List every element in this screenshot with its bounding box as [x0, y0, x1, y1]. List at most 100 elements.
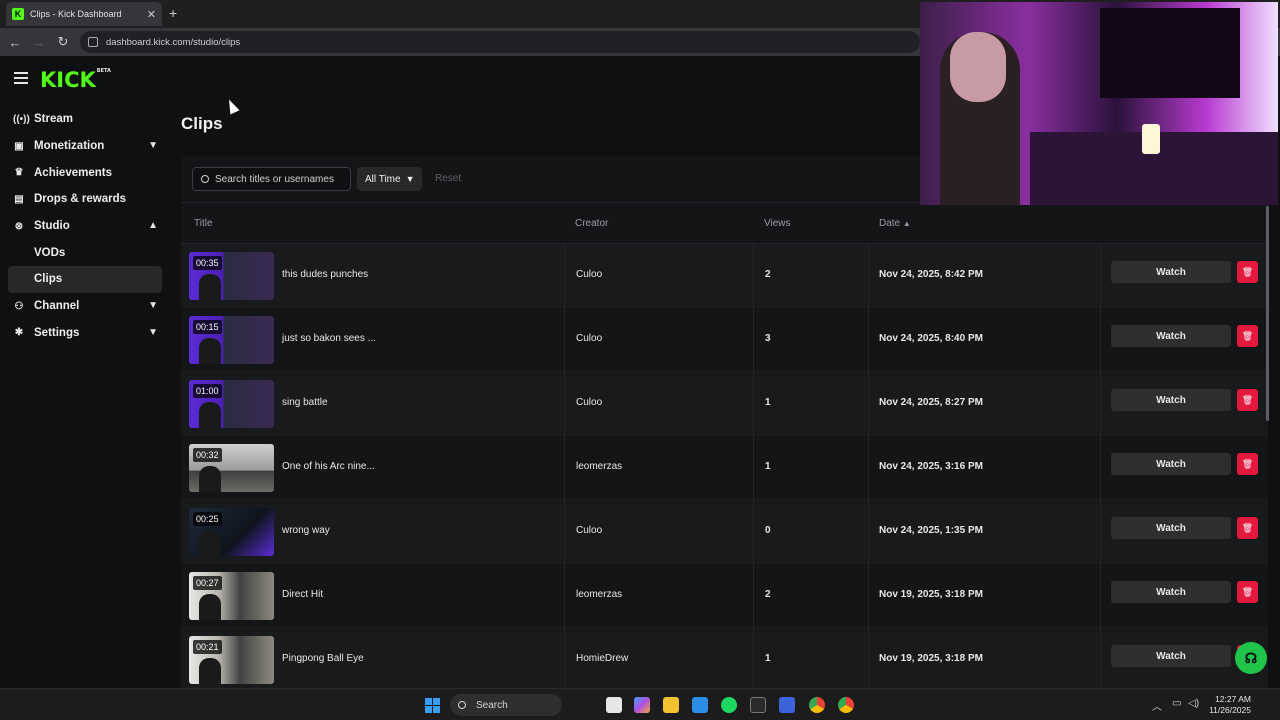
tray-overflow-icon[interactable]: ︿: [1152, 698, 1162, 713]
sidebar-item-achievements[interactable]: ♛ Achievements: [8, 159, 162, 186]
clip-title[interactable]: Pingpong Ball Eye: [282, 653, 364, 664]
back-icon[interactable]: ←: [3, 35, 27, 50]
table-row[interactable]: 00:35 this dudes punches Culoo 2 Nov 24, 202…: [181, 244, 1268, 308]
chrome-profile-icon[interactable]: [838, 697, 854, 713]
column-divider: [868, 244, 869, 308]
column-divider: [753, 500, 754, 564]
clip-creator[interactable]: Culoo: [576, 397, 602, 408]
table-row[interactable]: 00:15 just so bakon sees ... Culoo 3 Nov 24,…: [181, 308, 1268, 372]
sidebar-item-stream[interactable]: ((•)) Stream: [8, 106, 162, 133]
clip-date: Nov 24, 2025, 3:16 PM: [879, 461, 983, 472]
table-row[interactable]: 00:32 One of his Arc nine... leomerzas 1 Nov…: [181, 436, 1268, 500]
delete-trash-icon[interactable]: 🗑: [1237, 581, 1258, 603]
clip-title[interactable]: Direct Hit: [282, 589, 323, 600]
sidebar-item-drops-rewards[interactable]: ▤ Drops & rewards: [8, 186, 162, 213]
column-creator[interactable]: Creator: [575, 218, 608, 229]
clip-creator[interactable]: Culoo: [576, 333, 602, 344]
sort-ascending-icon: ▲: [902, 219, 911, 228]
chevron-down-icon[interactable]: ▼: [148, 327, 158, 338]
column-title[interactable]: Title: [194, 218, 213, 229]
help-chat-icon[interactable]: ☊: [1235, 642, 1267, 674]
sidebar-item-clips[interactable]: Clips: [8, 266, 162, 293]
clip-thumbnail[interactable]: 00:35: [189, 252, 274, 300]
reset-button[interactable]: Reset: [435, 173, 461, 184]
start-windows-icon[interactable]: [425, 698, 440, 713]
clip-creator[interactable]: Culoo: [576, 269, 602, 280]
network-icon[interactable]: ▭: [1172, 698, 1181, 709]
browser-tab[interactable]: K Clips - Kick Dashboard ✕: [6, 2, 162, 26]
clip-title[interactable]: just so bakon sees ...: [282, 333, 376, 344]
app-icon[interactable]: [779, 697, 795, 713]
page-title: Clips: [181, 114, 223, 133]
spotify-icon[interactable]: [721, 697, 737, 713]
table-row[interactable]: 01:00 sing battle Culoo 1 Nov 24, 2025, 8:27…: [181, 372, 1268, 436]
clip-thumbnail[interactable]: 00:25: [189, 508, 274, 556]
sidebar-item-channel[interactable]: ⚇ Channel ▼: [8, 293, 162, 320]
table-row[interactable]: 00:27 Direct Hit leomerzas 2 Nov 19, 2025, 3…: [181, 564, 1268, 628]
watch-button[interactable]: Watch: [1111, 453, 1231, 475]
delete-trash-icon[interactable]: 🗑: [1237, 453, 1258, 475]
copilot-icon[interactable]: [634, 697, 650, 713]
table-header: Title Creator Views Date ▲: [181, 202, 1268, 244]
clip-thumbnail[interactable]: 00:21: [189, 636, 274, 684]
volume-icon[interactable]: ◁): [1188, 698, 1199, 709]
task-view-icon[interactable]: [606, 697, 622, 713]
kick-logo[interactable]: KICKBETA: [40, 68, 111, 92]
clip-title[interactable]: this dudes punches: [282, 269, 368, 280]
column-divider: [753, 436, 754, 500]
logo-badge: BETA: [96, 68, 111, 74]
sidebar-item-settings[interactable]: ✱ Settings ▼: [8, 320, 162, 347]
watch-button[interactable]: Watch: [1111, 325, 1231, 347]
clip-thumbnail[interactable]: 00:32: [189, 444, 274, 492]
clip-creator[interactable]: HomieDrew: [576, 653, 628, 664]
delete-trash-icon[interactable]: 🗑: [1237, 261, 1258, 283]
scrollbar[interactable]: [1266, 206, 1269, 421]
chevron-down-icon[interactable]: ▼: [148, 140, 158, 151]
new-tab-icon[interactable]: +: [169, 5, 177, 21]
forward-icon[interactable]: →: [27, 35, 51, 50]
clip-creator[interactable]: leomerzas: [576, 461, 622, 472]
watch-button[interactable]: Watch: [1111, 645, 1231, 667]
table-row[interactable]: 00:25 wrong way Culoo 0 Nov 24, 2025, 1:35 P…: [181, 500, 1268, 564]
clip-title[interactable]: One of his Arc nine...: [282, 461, 375, 472]
clip-title[interactable]: sing battle: [282, 397, 328, 408]
site-info-icon[interactable]: [88, 37, 98, 47]
delete-trash-icon[interactable]: 🗑: [1237, 517, 1258, 539]
column-divider: [564, 500, 565, 564]
delete-trash-icon[interactable]: 🗑: [1237, 389, 1258, 411]
search-input[interactable]: Search titles or usernames: [192, 167, 351, 191]
reload-icon[interactable]: ↻: [51, 34, 75, 50]
taskbar-search[interactable]: Search: [450, 694, 562, 716]
clip-thumbnail[interactable]: 00:27: [189, 572, 274, 620]
chevron-up-icon[interactable]: ▲: [148, 220, 158, 231]
url-input[interactable]: dashboard.kick.com/studio/clips: [80, 31, 920, 53]
sidebar-item-monetization[interactable]: ▣ Monetization ▼: [8, 133, 162, 160]
clip-thumbnail[interactable]: 01:00: [189, 380, 274, 428]
sidebar-item-studio[interactable]: ⊗ Studio ▲: [8, 213, 162, 240]
delete-trash-icon[interactable]: 🗑: [1237, 325, 1258, 347]
clip-title[interactable]: wrong way: [282, 525, 330, 536]
watch-button[interactable]: Watch: [1111, 389, 1231, 411]
monetization-icon: ▣: [14, 140, 24, 152]
file-explorer-icon[interactable]: [663, 697, 679, 713]
table-row[interactable]: 00:21 Pingpong Ball Eye HomieDrew 1 Nov 19, …: [181, 628, 1268, 692]
watch-button[interactable]: Watch: [1111, 517, 1231, 539]
hamburger-menu-icon[interactable]: [14, 72, 28, 87]
hud-app-icon[interactable]: [750, 697, 766, 713]
clip-thumbnail[interactable]: 00:15: [189, 316, 274, 364]
chevron-down-icon[interactable]: ▼: [148, 300, 158, 311]
chrome-icon[interactable]: [809, 697, 825, 713]
notepad-icon[interactable]: [692, 697, 708, 713]
clip-creator[interactable]: Culoo: [576, 525, 602, 536]
column-divider: [1100, 372, 1101, 436]
column-divider: [753, 564, 754, 628]
column-date[interactable]: Date ▲: [879, 218, 911, 229]
clip-creator[interactable]: leomerzas: [576, 589, 622, 600]
close-tab-icon[interactable]: ✕: [147, 8, 156, 21]
watch-button[interactable]: Watch: [1111, 261, 1231, 283]
column-views[interactable]: Views: [764, 218, 791, 229]
time-filter-dropdown[interactable]: All Time ▼: [357, 167, 422, 191]
watch-button[interactable]: Watch: [1111, 581, 1231, 603]
taskbar-clock[interactable]: 12:27 AM 11/26/2025: [1203, 694, 1251, 716]
sidebar-item-vods[interactable]: VODs: [8, 239, 162, 266]
